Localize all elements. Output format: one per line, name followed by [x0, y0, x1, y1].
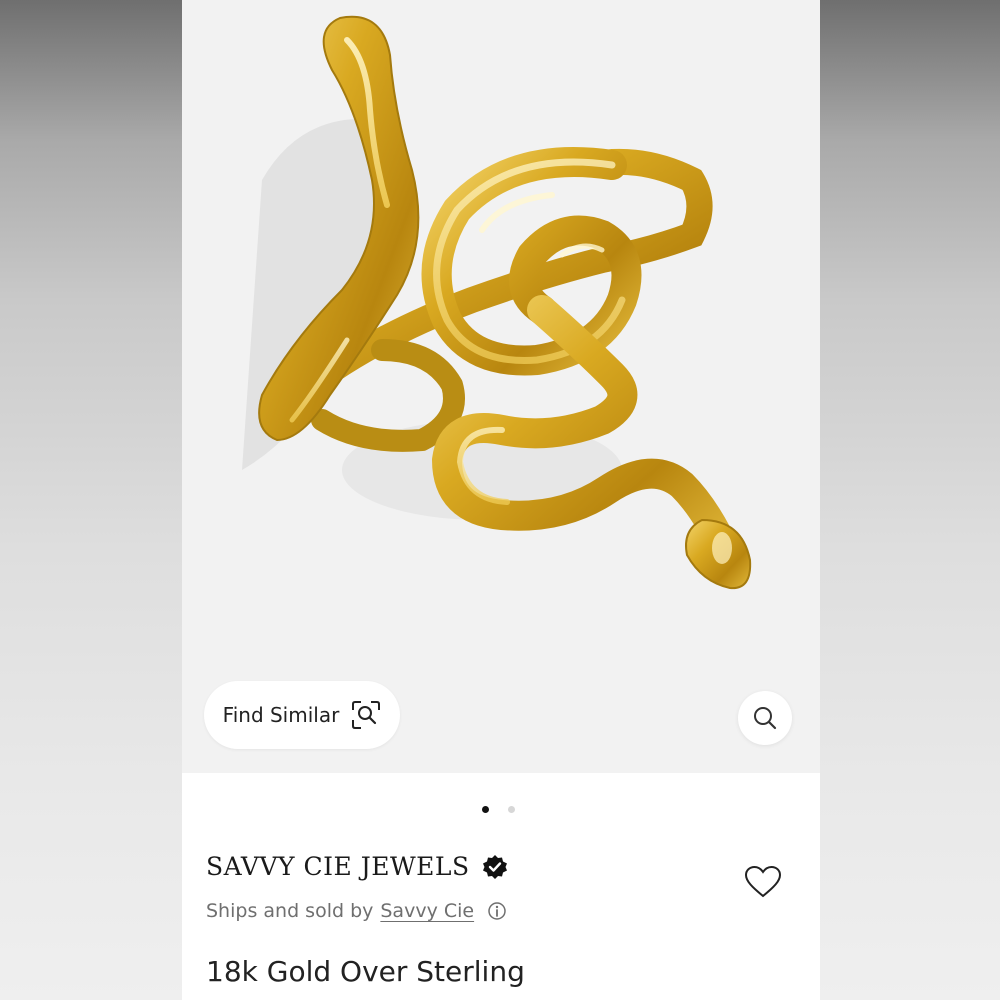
- background-blur-left: [0, 0, 182, 1000]
- magnifier-icon: [754, 707, 777, 730]
- pagination-dot[interactable]: [508, 806, 515, 813]
- zoom-button[interactable]: [738, 691, 792, 745]
- heart-icon: [744, 865, 782, 898]
- brand-row: SAVVY CIE JEWELS: [206, 852, 508, 881]
- find-similar-button[interactable]: Find Similar: [204, 681, 400, 749]
- image-search-icon: [352, 701, 381, 729]
- image-gallery[interactable]: Find Similar: [182, 0, 820, 773]
- seller-info: Ships and sold by Savvy Cie: [206, 900, 507, 922]
- pagination-dot-active[interactable]: [482, 806, 489, 813]
- product-title: 18k Gold Over Sterling: [206, 955, 525, 988]
- ships-sold-by-text: Ships and sold by: [206, 900, 374, 922]
- gallery-pagination: [482, 806, 515, 813]
- product-image: [242, 15, 752, 590]
- favorite-button[interactable]: [743, 862, 783, 902]
- brand-name[interactable]: SAVVY CIE JEWELS: [206, 852, 470, 881]
- verified-badge-icon: [482, 854, 507, 879]
- info-icon[interactable]: [487, 901, 507, 921]
- product-screen: Find Similar SAVVY CIE JEWELS Ships and …: [182, 0, 820, 1000]
- find-similar-label: Find Similar: [222, 703, 340, 727]
- seller-link[interactable]: Savvy Cie: [380, 900, 474, 922]
- background-blur-right: [820, 0, 1000, 1000]
